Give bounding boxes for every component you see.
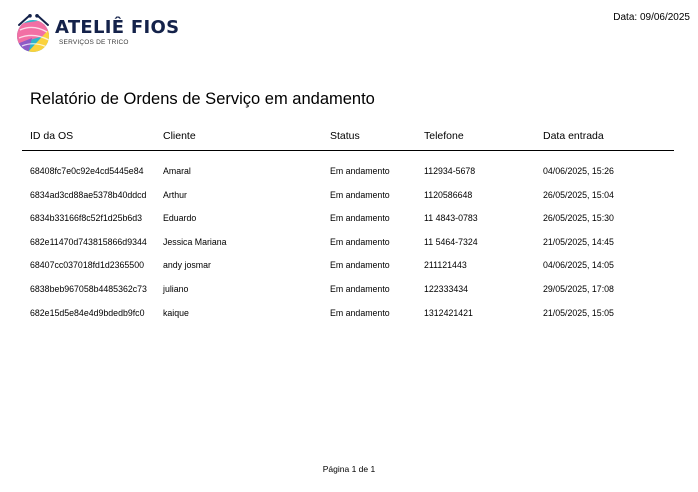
cell-phone: 211121443 bbox=[424, 260, 467, 271]
table-body: 68408fc7e0c92e4cd5445e84 Amaral Em andam… bbox=[22, 160, 674, 325]
cell-phone: 1312421421 bbox=[424, 307, 473, 318]
cell-status: Em andamento bbox=[330, 166, 390, 176]
table-row: 682e11470d743815866d9344 Jessica Mariana… bbox=[22, 231, 674, 255]
cell-phone: 122333434 bbox=[424, 283, 469, 294]
report-title: Relatório de Ordens de Serviço em andame… bbox=[30, 90, 375, 108]
brand-tagline: SERVIÇOS DE TRICO bbox=[59, 39, 129, 46]
cell-os-id: 68408fc7e0c92e4cd5445e84 bbox=[30, 166, 144, 176]
cell-phone: 11 5464-7324 bbox=[424, 236, 478, 247]
cell-status: Em andamento bbox=[330, 189, 390, 200]
cell-os-id: 6834b33166f8c52f1d25b6d3 bbox=[30, 213, 143, 224]
cell-phone: 11 4843-0783 bbox=[424, 213, 478, 224]
cell-entry-date: 26/05/2025, 15:04 bbox=[543, 189, 614, 200]
cell-phone: 1120586648 bbox=[424, 189, 473, 200]
cell-client: juliano bbox=[163, 283, 189, 294]
column-header-client: Cliente bbox=[163, 130, 196, 142]
table-row: 6834ad3cd88ae5378b40ddcd Arthur Em andam… bbox=[22, 184, 674, 208]
cell-client: kaique bbox=[163, 307, 189, 318]
table-row: 6838beb967058b4485362c73 juliano Em anda… bbox=[22, 278, 674, 302]
cell-entry-date: 26/05/2025, 15:30 bbox=[543, 213, 614, 224]
cell-os-id: 6838beb967058b4485362c73 bbox=[30, 283, 147, 294]
cell-client: Arthur bbox=[163, 189, 187, 200]
cell-os-id: 682e15d5e84e4d9bdedb9fc0 bbox=[30, 307, 145, 318]
cell-status: Em andamento bbox=[330, 236, 390, 247]
cell-client: andy josmar bbox=[163, 260, 211, 271]
cell-client: Eduardo bbox=[163, 213, 197, 224]
cell-client: Amaral bbox=[163, 166, 191, 176]
column-header-entry-date: Data entrada bbox=[543, 130, 604, 142]
brand-name: ATELIÊ FIOS bbox=[55, 17, 180, 38]
yarn-ball-icon bbox=[17, 14, 49, 52]
cell-entry-date: 04/06/2025, 14:05 bbox=[543, 260, 614, 271]
table-header: ID da OS Cliente Status Telefone Data en… bbox=[22, 126, 674, 151]
orders-table: ID da OS Cliente Status Telefone Data en… bbox=[22, 126, 674, 325]
cell-os-id: 6834ad3cd88ae5378b40ddcd bbox=[30, 189, 147, 200]
column-header-id: ID da OS bbox=[30, 130, 74, 142]
cell-status: Em andamento bbox=[330, 260, 390, 271]
cell-entry-date: 04/06/2025, 15:26 bbox=[543, 166, 614, 176]
cell-os-id: 682e11470d743815866d9344 bbox=[30, 236, 147, 247]
column-header-status: Status bbox=[330, 130, 360, 142]
page-number: Página 1 de 1 bbox=[322, 464, 376, 474]
cell-entry-date: 29/05/2025, 17:08 bbox=[543, 283, 614, 294]
cell-status: Em andamento bbox=[330, 307, 390, 318]
report-date: Data: 09/06/2025 bbox=[613, 12, 690, 23]
cell-entry-date: 21/05/2025, 15:05 bbox=[543, 307, 614, 318]
cell-os-id: 68407cc037018fd1d2365500 bbox=[30, 260, 144, 271]
table-row: 682e15d5e84e4d9bdedb9fc0 kaique Em andam… bbox=[22, 302, 674, 326]
column-header-phone: Telefone bbox=[424, 130, 464, 142]
cell-status: Em andamento bbox=[330, 213, 390, 224]
cell-phone: 112934-5678 bbox=[424, 166, 476, 176]
table-row: 68407cc037018fd1d2365500 andy josmar Em … bbox=[22, 254, 674, 278]
cell-entry-date: 21/05/2025, 14:45 bbox=[543, 236, 614, 247]
brand-logo: ATELIÊ FIOS SERVIÇOS DE TRICO bbox=[14, 14, 194, 58]
table-row: 68408fc7e0c92e4cd5445e84 Amaral Em andam… bbox=[22, 160, 674, 184]
table-row: 6834b33166f8c52f1d25b6d3 Eduardo Em anda… bbox=[22, 207, 674, 231]
cell-client: Jessica Mariana bbox=[163, 236, 227, 247]
cell-status: Em andamento bbox=[330, 283, 390, 294]
